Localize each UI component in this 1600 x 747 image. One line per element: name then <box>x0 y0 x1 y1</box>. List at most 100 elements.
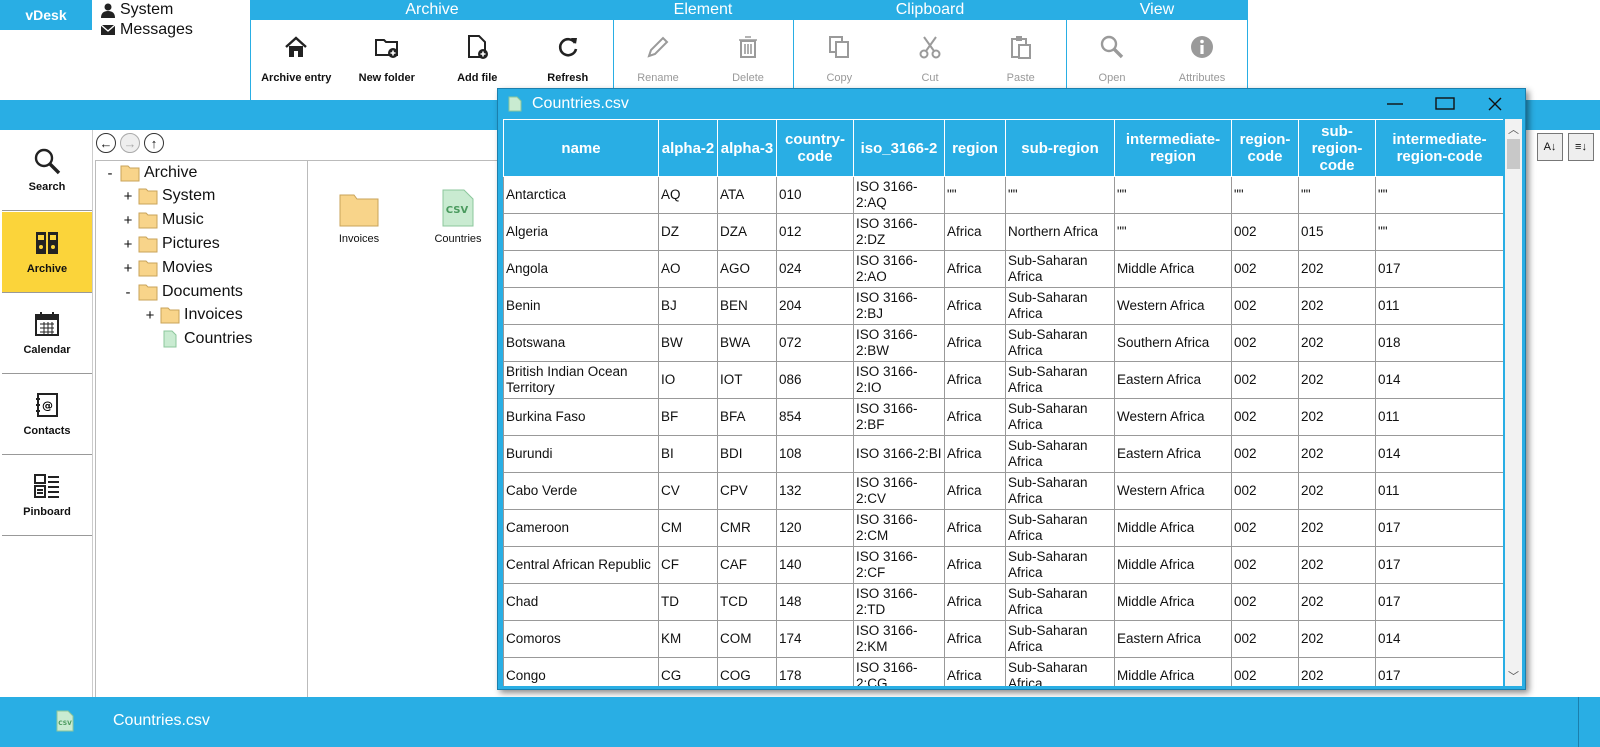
table-row[interactable]: Botswana BW BWA 072 ISO 3166-2:BW Africa Sub-S… <box>503 324 1503 362</box>
minimize-button[interactable] <box>1384 93 1406 115</box>
nav-contacts[interactable]: @ Contacts <box>2 374 92 455</box>
file-item-countries[interactable]: CSV Countries <box>418 189 498 245</box>
tree-item-documents[interactable]: - Documents <box>118 281 243 303</box>
window-titlebar[interactable]: Countries.csv <box>498 89 1525 119</box>
taskbar-item-label[interactable]: Countries.csv <box>113 712 210 730</box>
table-cell: 002 <box>1231 472 1299 510</box>
table-cell: 011 <box>1375 472 1503 510</box>
copy-icon <box>829 36 850 58</box>
archive-entry-button[interactable]: Archive entry <box>251 34 342 100</box>
column-header[interactable]: iso_3166-2 <box>853 119 945 177</box>
column-header[interactable]: country-code <box>776 119 854 177</box>
scroll-up-arrow[interactable]: ︿ <box>1505 121 1522 137</box>
column-header[interactable]: sub-region <box>1005 119 1115 177</box>
tree-item-label: Countries <box>184 330 253 347</box>
scroll-down-arrow[interactable]: ﹀ <box>1505 668 1522 684</box>
table-row[interactable]: Congo CG COG 178 ISO 3166-2:CG Africa Sub-Saha… <box>503 657 1503 686</box>
tree-item-music[interactable]: + Music <box>118 209 204 231</box>
table-row[interactable]: Central African Republic CF CAF 140 ISO 3166… <box>503 546 1503 584</box>
add-file-label: Add file <box>457 72 498 84</box>
column-header[interactable]: region <box>944 119 1006 177</box>
table-row[interactable]: Burkina Faso BF BFA 854 ISO 3166-2:BF Africa S… <box>503 398 1503 436</box>
back-button[interactable]: ← <box>96 133 116 153</box>
file-item-invoices[interactable]: Invoices <box>319 191 399 245</box>
table-row[interactable]: Chad TD TCD 148 ISO 3166-2:TD Africa Sub-Sahar… <box>503 583 1503 621</box>
table-row[interactable]: Cabo Verde CV CPV 132 ISO 3166-2:CV Africa Sub… <box>503 472 1503 510</box>
forward-button[interactable]: → <box>120 133 140 153</box>
menu-system[interactable]: System <box>100 1 173 19</box>
table-row[interactable]: Comoros KM COM 174 ISO 3166-2:KM Africa Sub-Sa… <box>503 620 1503 658</box>
table-cell: 202 <box>1298 546 1376 584</box>
home-icon <box>285 36 308 57</box>
ribbon-group-title: Clipboard <box>794 0 1066 20</box>
new-folder-button[interactable]: New folder <box>342 34 433 100</box>
table-row[interactable]: Antarctica AQ ATA 010 ISO 3166-2:AQ "" "" "" "" "… <box>503 176 1503 214</box>
tree-toggle[interactable]: + <box>140 307 160 324</box>
table-cell: ISO 3166-2:CF <box>853 546 945 584</box>
table-cell: Burundi <box>503 435 659 473</box>
window-title: Countries.csv <box>532 95 629 112</box>
table-cell: Sub-Saharan Africa <box>1005 361 1115 399</box>
tree-toggle[interactable]: + <box>118 188 138 205</box>
refresh-label: Refresh <box>547 72 589 84</box>
nav-pinboard[interactable]: Pinboard <box>2 455 92 536</box>
table-cell: 014 <box>1375 620 1503 658</box>
table-row[interactable]: Angola AO AGO 024 ISO 3166-2:AO Africa Sub-Sah… <box>503 250 1503 288</box>
table-cell: 002 <box>1231 435 1299 473</box>
scroll-thumb[interactable] <box>1507 139 1520 169</box>
table-cell: 086 <box>776 361 854 399</box>
menu-messages[interactable]: Messages <box>100 21 193 39</box>
table-row[interactable]: Burundi BI BDI 108 ISO 3166-2:BI Africa Sub-Sa… <box>503 435 1503 473</box>
table-row[interactable]: British Indian Ocean Territory IO IOT 086 IS… <box>503 361 1503 399</box>
tree-item-invoices[interactable]: + Invoices <box>140 304 243 326</box>
table-cell: CF <box>658 546 718 584</box>
table-cell: ISO 3166-2:BJ <box>853 287 945 325</box>
table-cell: BWA <box>717 324 777 362</box>
column-header[interactable]: alpha-3 <box>717 119 777 177</box>
sort-az-icon[interactable]: A↓ <box>1537 133 1563 161</box>
ribbon-group-archive: Archive Archive entry New folder Add fil… <box>250 0 614 100</box>
column-header[interactable]: region-code <box>1231 119 1299 177</box>
tree-toggle[interactable]: + <box>118 236 138 253</box>
table-cell: "" <box>1231 176 1299 214</box>
table-cell: Middle Africa <box>1114 546 1232 584</box>
table-row[interactable]: Benin BJ BEN 204 ISO 3166-2:BJ Africa Sub-Saha… <box>503 287 1503 325</box>
file-plus-icon <box>468 35 489 59</box>
table-cell: AQ <box>658 176 718 214</box>
table-row[interactable]: Algeria DZ DZA 012 ISO 3166-2:DZ Africa Northe… <box>503 213 1503 251</box>
tree-item-pictures[interactable]: + Pictures <box>118 233 220 255</box>
table-cell: 178 <box>776 657 854 686</box>
table-cell: Sub-Saharan Africa <box>1005 398 1115 436</box>
tree-toggle[interactable]: + <box>118 212 138 229</box>
column-header[interactable]: name <box>503 119 659 177</box>
tree-item-label: Pictures <box>162 235 220 252</box>
table-cell: Middle Africa <box>1114 583 1232 621</box>
table-cell: ISO 3166-2:TD <box>853 583 945 621</box>
tree-item-system[interactable]: + System <box>118 185 215 207</box>
nav-calendar[interactable]: Calendar <box>2 293 92 374</box>
tree-item-archive[interactable]: - Archive <box>100 162 197 184</box>
column-header[interactable]: alpha-2 <box>658 119 718 177</box>
folder-icon <box>138 260 158 277</box>
table-cell: Western Africa <box>1114 398 1232 436</box>
nav-search[interactable]: Search <box>2 130 92 211</box>
column-header[interactable]: sub-region-code <box>1298 119 1376 177</box>
nav-archive[interactable]: Archive <box>2 212 92 293</box>
vertical-scrollbar[interactable]: ︿ ﹀ <box>1505 119 1522 686</box>
tree-item-movies[interactable]: + Movies <box>118 257 213 279</box>
maximize-button[interactable] <box>1434 93 1456 115</box>
table-row[interactable]: Cameroon CM CMR 120 ISO 3166-2:CM Africa Sub-S… <box>503 509 1503 547</box>
up-button[interactable]: ↑ <box>144 133 164 153</box>
tree-toggle[interactable]: - <box>118 284 138 301</box>
tree-toggle[interactable]: - <box>100 165 120 182</box>
tree-toggle[interactable]: + <box>118 260 138 277</box>
column-header[interactable]: intermediate-region-code <box>1375 119 1503 177</box>
close-button[interactable] <box>1484 93 1506 115</box>
table-cell: Africa <box>944 361 1006 399</box>
table-cell: 002 <box>1231 287 1299 325</box>
table-cell: Benin <box>503 287 659 325</box>
column-header[interactable]: intermediate-region <box>1114 119 1232 177</box>
sort-details-icon[interactable]: ≡↓ <box>1568 133 1594 161</box>
tree-item-countries[interactable]: Countries <box>160 328 252 350</box>
calendar-icon <box>35 312 59 336</box>
